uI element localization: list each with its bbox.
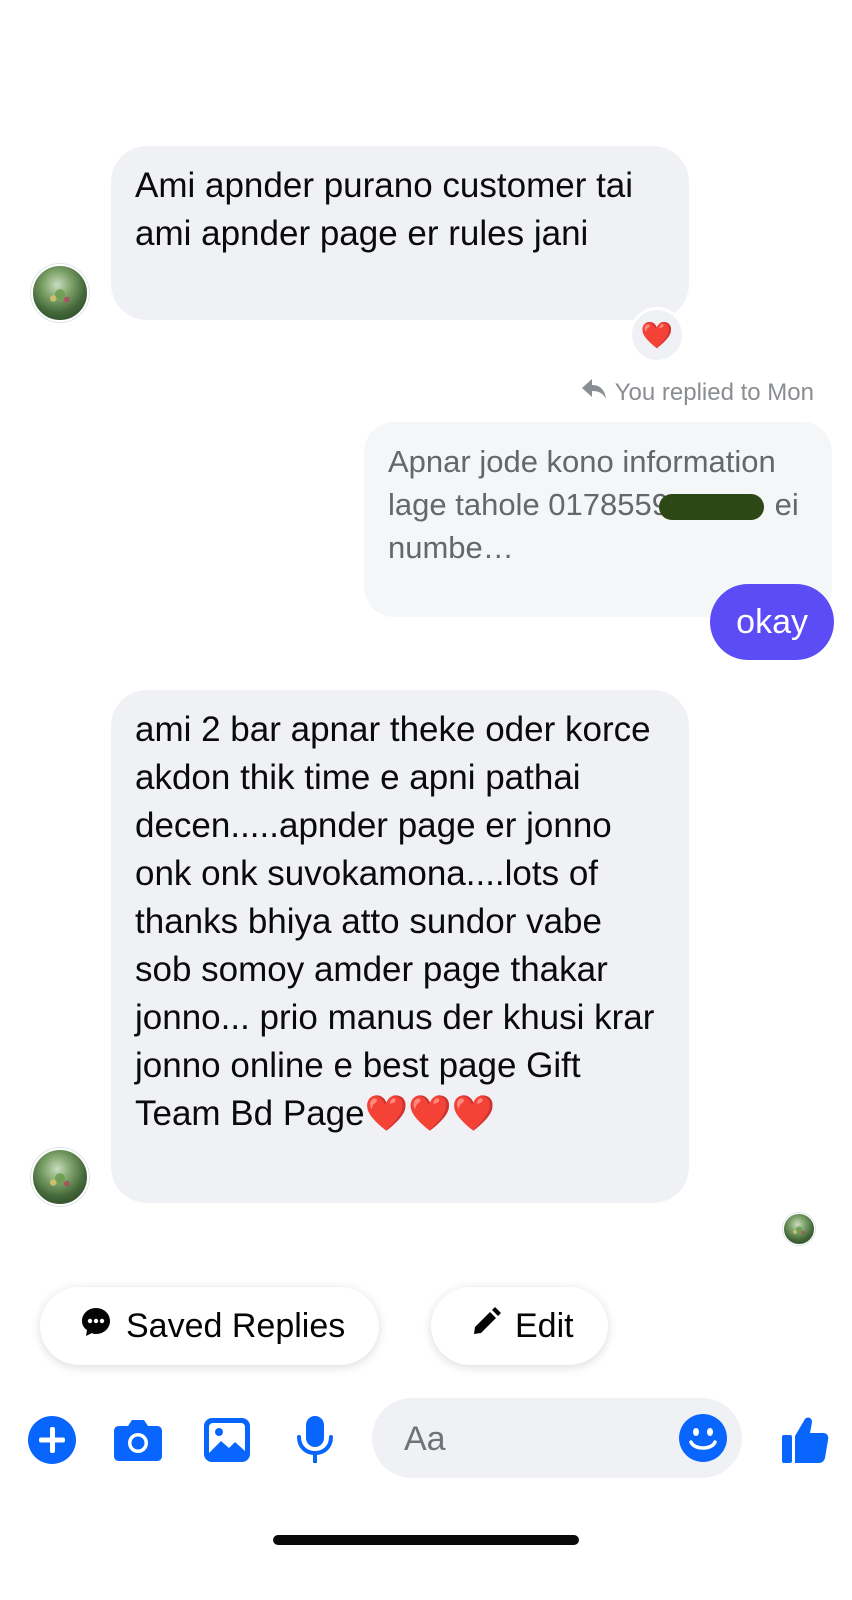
plus-button[interactable] — [24, 1412, 80, 1468]
edit-label: Edit — [515, 1306, 574, 1345]
gallery-icon — [204, 1418, 250, 1462]
message-text: ami 2 bar apnar theke oder korce akdon t… — [135, 710, 655, 1133]
message-composer[interactable] — [372, 1398, 742, 1480]
reply-label: You replied to Mon — [614, 378, 814, 406]
pencil-icon — [471, 1306, 501, 1346]
message-text: Ami apnder purano customer tai ami apnde… — [135, 166, 634, 253]
camera-icon — [114, 1420, 162, 1461]
microphone-button[interactable] — [287, 1412, 343, 1468]
gallery-button[interactable] — [199, 1412, 255, 1468]
outgoing-message-text: okay — [736, 602, 808, 641]
heart-reaction[interactable]: ❤️ — [629, 307, 685, 363]
read-receipt-avatar — [783, 1213, 815, 1245]
microphone-icon — [297, 1416, 333, 1463]
contact-avatar[interactable] — [31, 264, 89, 322]
contact-avatar[interactable] — [31, 1148, 89, 1206]
heart-icon: ❤️ — [640, 319, 674, 350]
emoji-icon[interactable] — [678, 1413, 728, 1468]
home-indicator — [273, 1535, 579, 1545]
reply-arrow-icon — [581, 378, 607, 407]
camera-button[interactable] — [110, 1412, 166, 1468]
saved-replies-button[interactable]: Saved Replies — [40, 1287, 380, 1365]
incoming-message-1[interactable]: Ami apnder purano customer tai ami apnde… — [111, 146, 689, 320]
redaction-mark — [658, 493, 764, 520]
outgoing-message[interactable]: okay — [710, 584, 834, 660]
like-icon — [782, 1417, 829, 1463]
plus-icon — [28, 1416, 76, 1464]
saved-replies-label: Saved Replies — [126, 1306, 346, 1345]
chat-bubble-icon — [80, 1306, 112, 1347]
reply-note: You replied to Mon — [581, 378, 814, 407]
incoming-message-2[interactable]: ami 2 bar apnar theke oder korce akdon t… — [111, 690, 689, 1203]
message-input[interactable] — [402, 1398, 666, 1480]
edit-button[interactable]: Edit — [431, 1287, 608, 1365]
like-button[interactable] — [777, 1412, 833, 1468]
